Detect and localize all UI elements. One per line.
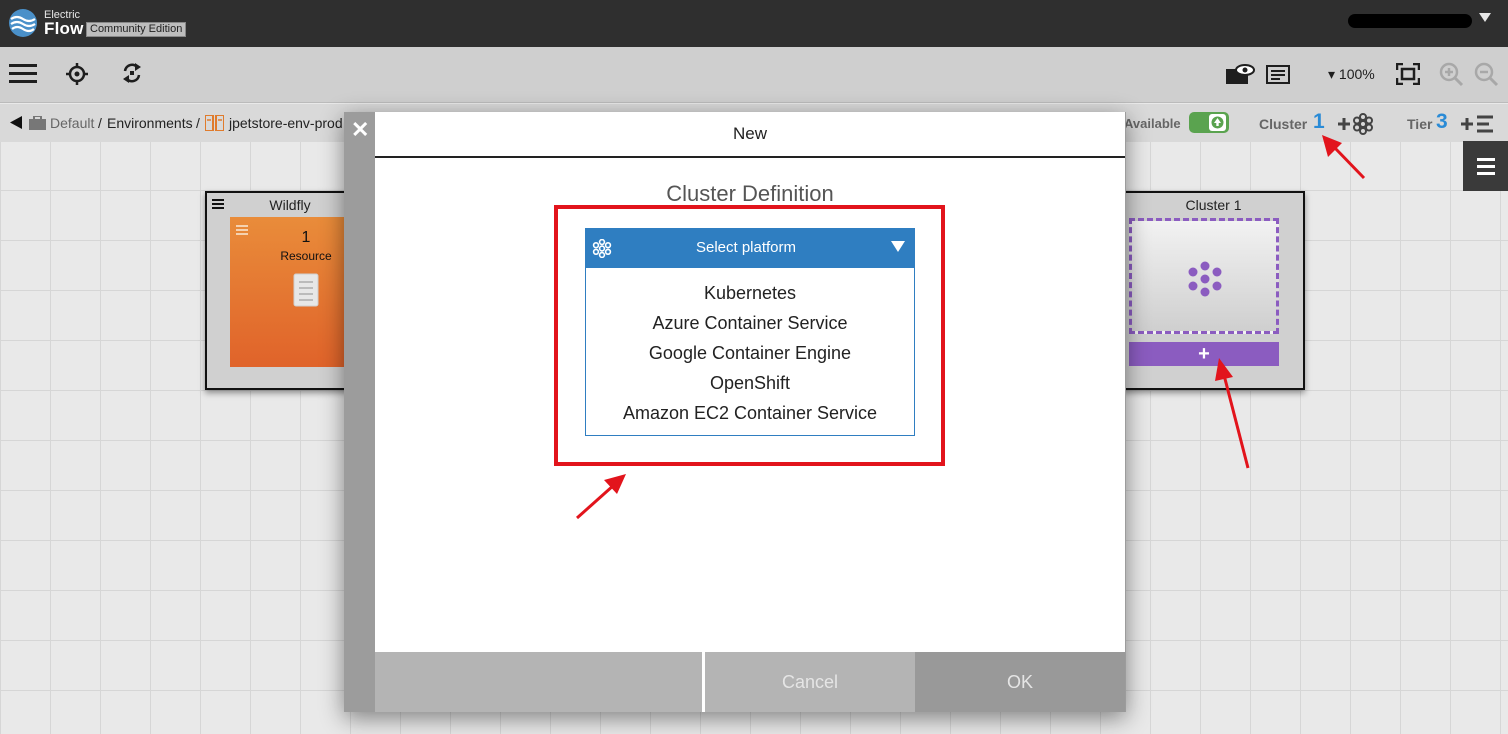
platform-select[interactable]: Select platform [585,228,915,268]
select-placeholder: Select platform [695,239,797,256]
option-azure-container-service[interactable]: Azure Container Service [586,313,914,334]
environment-icon [205,115,224,131]
zoom-in-icon[interactable] [1439,62,1464,87]
main-menu-icon[interactable] [9,64,37,84]
breadcrumb-environments[interactable]: Environments [107,115,193,131]
cluster-count: 1 [1313,110,1325,133]
tier-count: 3 [1436,110,1448,133]
tier-count-label: Tier [1407,116,1433,132]
zoom-level-dropdown[interactable]: ▾ 100% [1328,66,1375,83]
electric-flow-logo-icon [9,9,37,37]
arrow-up-icon [1211,116,1224,129]
user-name-redacted[interactable] [1348,14,1472,28]
server-icon [293,273,319,307]
crosshair-icon[interactable] [66,63,88,85]
close-icon[interactable]: ✕ [351,119,369,141]
edition-badge: Community Edition [86,22,187,37]
toggle-knob [1209,114,1226,131]
side-panel-menu-icon[interactable] [1463,141,1508,191]
option-amazon-ec2-container-service[interactable]: Amazon EC2 Container Service [586,403,914,424]
cluster-drop-zone[interactable] [1129,218,1279,334]
logo-text: Flow [44,19,84,38]
option-google-container-engine[interactable]: Google Container Engine [586,343,914,364]
refresh-icon[interactable] [121,62,143,84]
cancel-button[interactable]: Cancel [705,652,915,712]
breadcrumb-separator: / [196,115,200,131]
new-cluster-dialog: New Cluster Definition Select platform K… [375,112,1125,652]
visibility-icon[interactable] [1225,63,1255,85]
toolbar: ▾ 100% [0,47,1508,103]
back-arrow-icon[interactable] [10,116,22,129]
fit-screen-icon[interactable] [1396,63,1420,85]
platform-options-list: Kubernetes Azure Container Service Googl… [585,268,915,436]
tier-title: Cluster 1 [1185,197,1242,213]
chevron-down-icon[interactable] [891,241,905,252]
dialog-footer: Cancel OK [375,652,1125,712]
dialog-subtitle: Cluster Definition [666,181,834,206]
cluster-count-label: Cluster [1259,116,1308,132]
notes-icon[interactable] [1266,65,1290,84]
dialog-title: New [375,112,1125,158]
available-label: Available [1124,116,1181,131]
top-bar: Electric Flow Community Edition [0,0,1508,47]
breadcrumb-default[interactable]: Default [50,115,94,131]
ok-button[interactable]: OK [915,652,1125,712]
option-openshift[interactable]: OpenShift [586,373,914,394]
available-toggle[interactable] [1189,112,1229,133]
cluster-icon [1188,261,1222,297]
add-cluster-icon[interactable] [1336,113,1374,135]
add-tier-icon[interactable] [1460,114,1494,134]
user-menu-caret-icon[interactable] [1479,13,1491,22]
tier-card-cluster-1[interactable]: Cluster 1 + [1122,191,1305,390]
add-to-cluster-button[interactable]: + [1129,342,1279,366]
breadcrumb-environment-name[interactable]: jpetstore-env-prod [229,115,343,131]
project-briefcase-icon [29,116,46,130]
option-kubernetes[interactable]: Kubernetes [586,283,914,304]
zoom-out-icon[interactable] [1474,62,1499,87]
breadcrumb-separator: / [98,115,102,131]
